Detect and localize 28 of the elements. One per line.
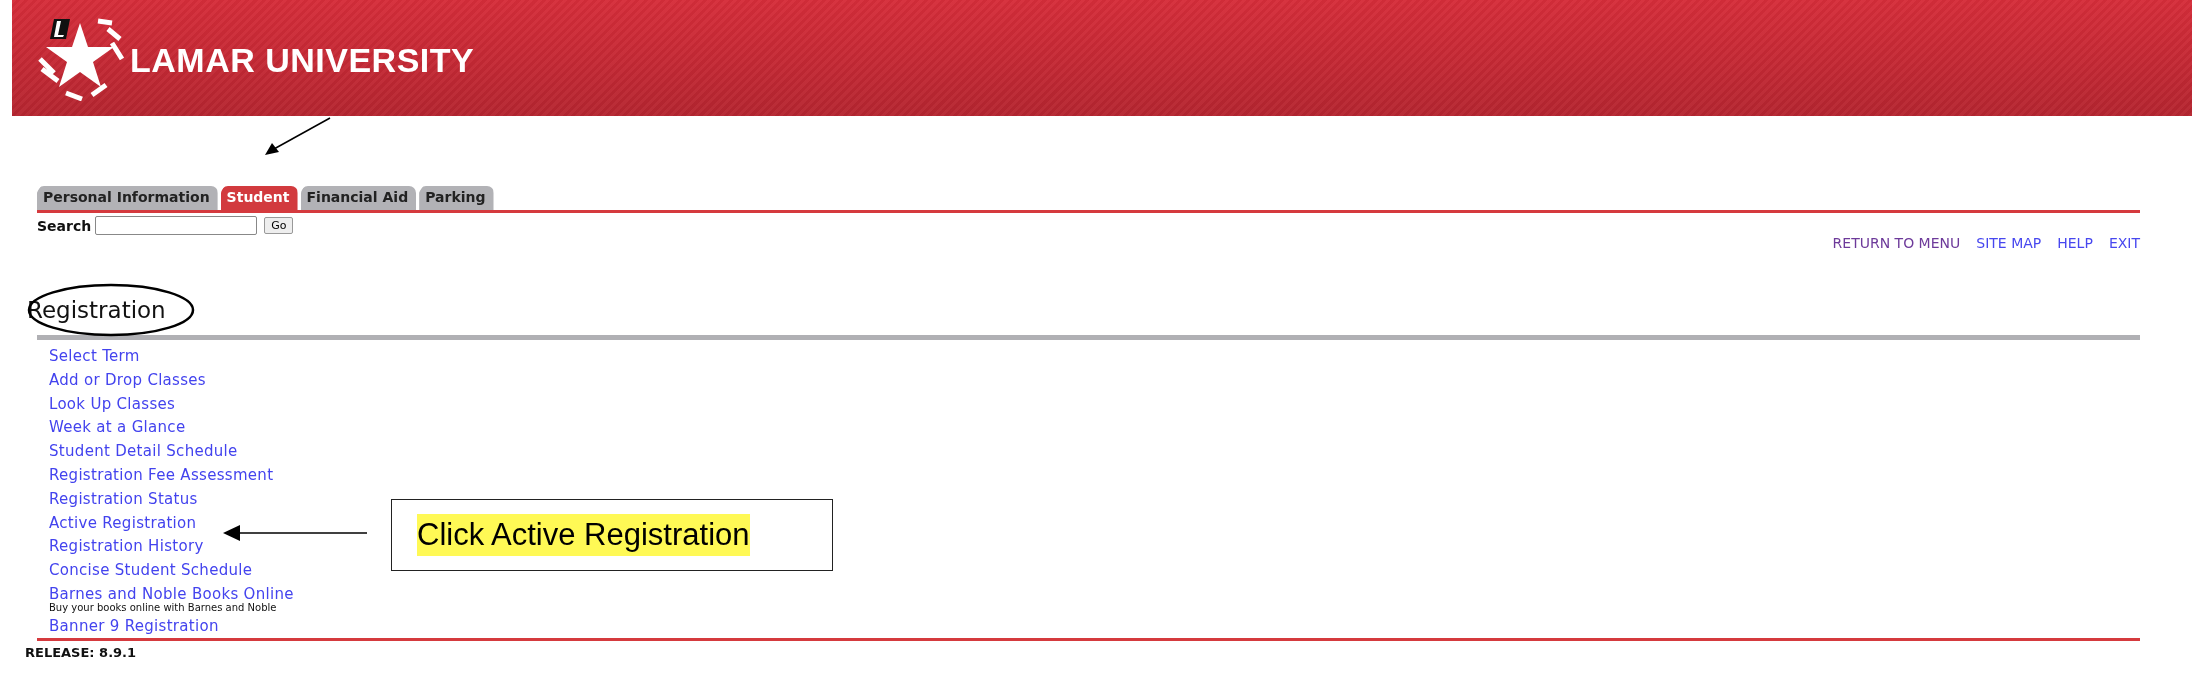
menu-link[interactable]: Barnes and Noble Books Online bbox=[49, 584, 294, 603]
nav-link[interactable]: RETURN TO MENU bbox=[1832, 235, 1961, 251]
nav-tab[interactable]: Student bbox=[220, 186, 298, 210]
nav-link[interactable]: SITE MAP bbox=[1976, 235, 2042, 251]
menu-link[interactable]: Student Detail Schedule bbox=[49, 442, 238, 461]
nav-tab[interactable]: Parking bbox=[419, 186, 494, 210]
menu-link[interactable]: Select Term bbox=[49, 347, 140, 365]
menu-link[interactable]: Concise Student Schedule bbox=[49, 561, 253, 580]
menu-link[interactable]: Active Registration bbox=[49, 513, 197, 532]
search-field[interactable] bbox=[95, 216, 258, 235]
release-version: RELEASE: 8.9.1 bbox=[25, 644, 137, 660]
go-button[interactable]: Go bbox=[264, 217, 294, 234]
annotation-arrow bbox=[262, 116, 332, 158]
nav-link[interactable]: HELP bbox=[2057, 235, 2093, 251]
menu-link[interactable]: Registration History bbox=[49, 537, 204, 556]
nav-tab[interactable]: Financial Aid bbox=[300, 186, 417, 210]
search-label: Search bbox=[37, 217, 92, 234]
menu-link[interactable]: Registration Fee Assessment bbox=[49, 466, 274, 484]
menu-link[interactable]: Week at a Glance bbox=[49, 418, 186, 437]
callout-text: Click Active Registration bbox=[417, 514, 750, 556]
menu-link[interactable]: Look Up Classes bbox=[49, 394, 176, 413]
university-name: LAMAR UNIVERSITY bbox=[130, 40, 475, 80]
menu-link[interactable]: Registration Status bbox=[49, 489, 198, 508]
nav-tab[interactable]: Personal Information bbox=[37, 186, 218, 210]
menu-link[interactable]: Add or Drop Classes bbox=[49, 370, 206, 389]
link-description: Buy your books online with Barnes and Noble bbox=[49, 601, 278, 613]
menu-link[interactable]: Banner 9 Registration bbox=[49, 616, 219, 635]
nav-link[interactable]: EXIT bbox=[2108, 235, 2140, 251]
